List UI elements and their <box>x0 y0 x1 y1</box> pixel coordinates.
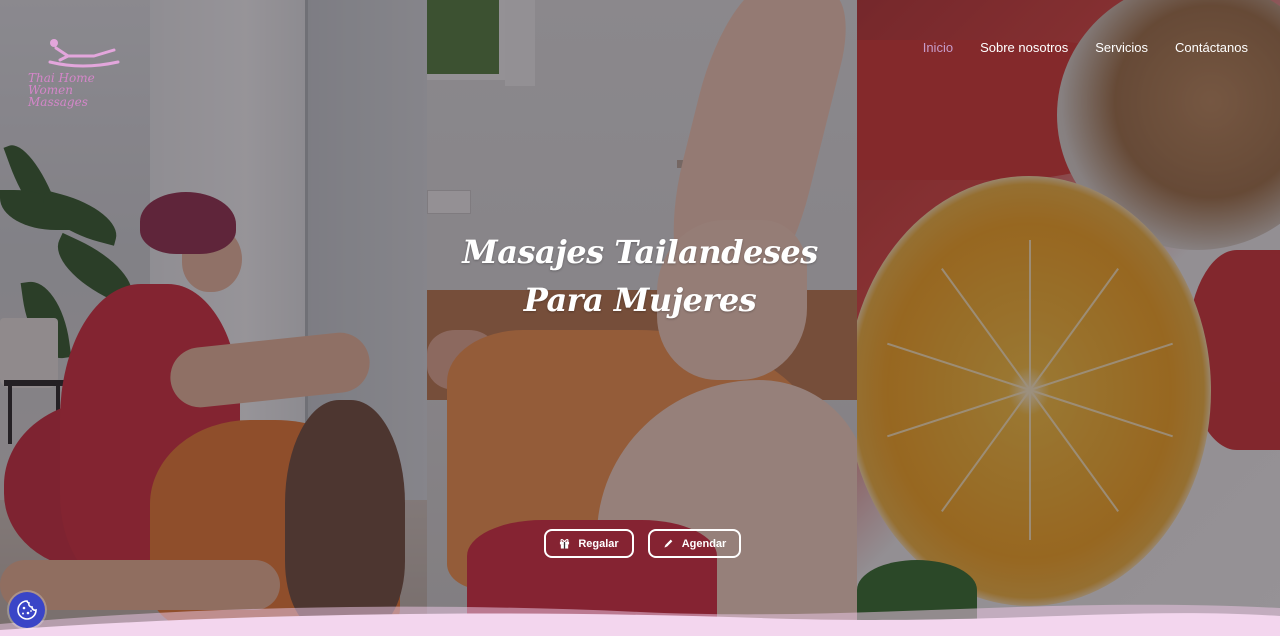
cookie-icon <box>17 600 37 620</box>
gift-button-label: Regalar <box>578 537 619 550</box>
nav-item-sobre-nosotros[interactable]: Sobre nosotros <box>980 40 1068 55</box>
nav-item-servicios[interactable]: Servicios <box>1095 40 1148 55</box>
hero-title-line1: Masajes Tailandeses <box>462 233 818 271</box>
book-button-label: Agendar <box>681 537 727 550</box>
cookie-settings-button[interactable] <box>9 592 45 628</box>
hero-buttons: Regalar Agendar <box>544 529 741 558</box>
site-logo[interactable]: Thai Home Women Massages <box>28 36 138 108</box>
hero-title: Masajes Tailandeses Para Mujeres <box>440 228 840 324</box>
logo-text-line1: Thai Home Women <box>28 71 95 97</box>
nav-item-inicio[interactable]: Inicio <box>923 40 953 55</box>
logo-text-line2: Massages <box>28 95 88 109</box>
book-button[interactable]: Agendar <box>648 529 741 558</box>
logo-text: Thai Home Women Massages <box>28 72 138 108</box>
main-nav: Inicio Sobre nosotros Servicios Contácta… <box>923 40 1248 55</box>
gift-icon <box>560 539 570 549</box>
hero-title-line2: Para Mujeres <box>523 281 757 319</box>
gift-button[interactable]: Regalar <box>544 529 634 558</box>
pencil-icon <box>664 539 673 548</box>
hero-section: Thai Home Women Massages Inicio Sobre no… <box>0 0 1280 636</box>
bottom-wave-divider <box>0 604 1280 636</box>
reclining-figure-icon <box>48 39 120 68</box>
nav-item-contactanos[interactable]: Contáctanos <box>1175 40 1248 55</box>
